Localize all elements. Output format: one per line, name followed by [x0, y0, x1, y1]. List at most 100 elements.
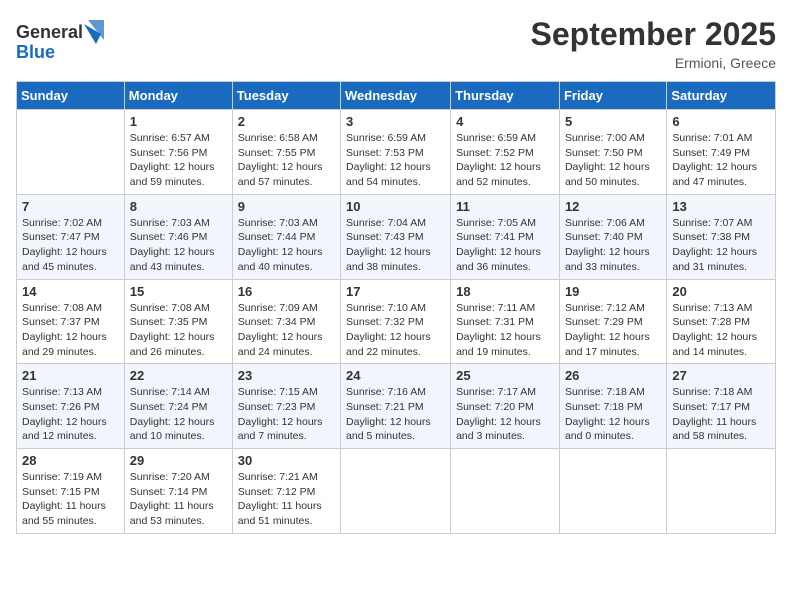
day-number: 24 [346, 368, 445, 383]
day-info: Sunrise: 7:13 AM Sunset: 7:28 PM Dayligh… [672, 301, 770, 360]
day-info: Sunrise: 7:08 AM Sunset: 7:37 PM Dayligh… [22, 301, 119, 360]
day-cell: 12 Sunrise: 7:06 AM Sunset: 7:40 PM Dayli… [559, 194, 666, 279]
header-cell-sunday: Sunday [17, 82, 125, 110]
day-cell: 13 Sunrise: 7:07 AM Sunset: 7:38 PM Dayli… [667, 194, 776, 279]
day-info: Sunrise: 7:10 AM Sunset: 7:32 PM Dayligh… [346, 301, 445, 360]
day-number: 7 [22, 199, 119, 214]
day-cell: 24 Sunrise: 7:16 AM Sunset: 7:21 PM Dayli… [341, 364, 451, 449]
day-info: Sunrise: 7:19 AM Sunset: 7:15 PM Dayligh… [22, 470, 119, 529]
day-info: Sunrise: 7:18 AM Sunset: 7:18 PM Dayligh… [565, 385, 661, 444]
day-number: 13 [672, 199, 770, 214]
day-info: Sunrise: 7:12 AM Sunset: 7:29 PM Dayligh… [565, 301, 661, 360]
day-number: 30 [238, 453, 335, 468]
day-cell [451, 449, 560, 534]
day-number: 2 [238, 114, 335, 129]
header-cell-friday: Friday [559, 82, 666, 110]
day-number: 4 [456, 114, 554, 129]
page-container: General Blue September 2025 Ermioni, Gre… [0, 0, 792, 542]
day-cell: 29 Sunrise: 7:20 AM Sunset: 7:14 PM Dayli… [124, 449, 232, 534]
day-cell: 27 Sunrise: 7:18 AM Sunset: 7:17 PM Dayli… [667, 364, 776, 449]
title-block: September 2025 Ermioni, Greece [531, 16, 776, 71]
day-number: 10 [346, 199, 445, 214]
day-info: Sunrise: 7:14 AM Sunset: 7:24 PM Dayligh… [130, 385, 227, 444]
day-number: 16 [238, 284, 335, 299]
day-number: 14 [22, 284, 119, 299]
day-info: Sunrise: 7:08 AM Sunset: 7:35 PM Dayligh… [130, 301, 227, 360]
week-row-5: 28 Sunrise: 7:19 AM Sunset: 7:15 PM Dayli… [17, 449, 776, 534]
day-info: Sunrise: 7:02 AM Sunset: 7:47 PM Dayligh… [22, 216, 119, 275]
day-number: 6 [672, 114, 770, 129]
day-info: Sunrise: 7:21 AM Sunset: 7:12 PM Dayligh… [238, 470, 335, 529]
day-info: Sunrise: 7:20 AM Sunset: 7:14 PM Dayligh… [130, 470, 227, 529]
day-number: 11 [456, 199, 554, 214]
day-info: Sunrise: 7:00 AM Sunset: 7:50 PM Dayligh… [565, 131, 661, 190]
header-cell-wednesday: Wednesday [341, 82, 451, 110]
day-info: Sunrise: 7:15 AM Sunset: 7:23 PM Dayligh… [238, 385, 335, 444]
day-number: 12 [565, 199, 661, 214]
header-cell-saturday: Saturday [667, 82, 776, 110]
day-cell: 7 Sunrise: 7:02 AM Sunset: 7:47 PM Daylig… [17, 194, 125, 279]
location: Ermioni, Greece [531, 55, 776, 71]
day-cell: 5Sunrise: 7:00 AM Sunset: 7:50 PM Daylig… [559, 110, 666, 195]
day-cell: 8 Sunrise: 7:03 AM Sunset: 7:46 PM Daylig… [124, 194, 232, 279]
day-info: Sunrise: 7:04 AM Sunset: 7:43 PM Dayligh… [346, 216, 445, 275]
day-cell: 21 Sunrise: 7:13 AM Sunset: 7:26 PM Dayli… [17, 364, 125, 449]
day-cell: 2 Sunrise: 6:58 AM Sunset: 7:55 PM Daylig… [232, 110, 340, 195]
day-cell: 14 Sunrise: 7:08 AM Sunset: 7:37 PM Dayli… [17, 279, 125, 364]
day-cell: 10 Sunrise: 7:04 AM Sunset: 7:43 PM Dayli… [341, 194, 451, 279]
day-number: 15 [130, 284, 227, 299]
day-info: Sunrise: 7:01 AM Sunset: 7:49 PM Dayligh… [672, 131, 770, 190]
day-number: 18 [456, 284, 554, 299]
day-cell: 30 Sunrise: 7:21 AM Sunset: 7:12 PM Dayli… [232, 449, 340, 534]
day-cell: 18Sunrise: 7:11 AM Sunset: 7:31 PM Dayli… [451, 279, 560, 364]
svg-text:General: General [16, 22, 83, 42]
day-cell: 16 Sunrise: 7:09 AM Sunset: 7:34 PM Dayli… [232, 279, 340, 364]
day-info: Sunrise: 6:59 AM Sunset: 7:52 PM Dayligh… [456, 131, 554, 190]
day-info: Sunrise: 7:05 AM Sunset: 7:41 PM Dayligh… [456, 216, 554, 275]
header-row: SundayMondayTuesdayWednesdayThursdayFrid… [17, 82, 776, 110]
day-cell [341, 449, 451, 534]
day-number: 26 [565, 368, 661, 383]
day-number: 29 [130, 453, 227, 468]
day-info: Sunrise: 7:03 AM Sunset: 7:46 PM Dayligh… [130, 216, 227, 275]
week-row-2: 7 Sunrise: 7:02 AM Sunset: 7:47 PM Daylig… [17, 194, 776, 279]
day-cell: 25 Sunrise: 7:17 AM Sunset: 7:20 PM Dayli… [451, 364, 560, 449]
day-number: 8 [130, 199, 227, 214]
day-info: Sunrise: 7:03 AM Sunset: 7:44 PM Dayligh… [238, 216, 335, 275]
day-number: 17 [346, 284, 445, 299]
day-cell: 4 Sunrise: 6:59 AM Sunset: 7:52 PM Daylig… [451, 110, 560, 195]
svg-text:Blue: Blue [16, 42, 55, 62]
week-row-4: 21 Sunrise: 7:13 AM Sunset: 7:26 PM Dayli… [17, 364, 776, 449]
day-info: Sunrise: 7:06 AM Sunset: 7:40 PM Dayligh… [565, 216, 661, 275]
day-info: Sunrise: 7:16 AM Sunset: 7:21 PM Dayligh… [346, 385, 445, 444]
day-cell: 23Sunrise: 7:15 AM Sunset: 7:23 PM Dayli… [232, 364, 340, 449]
day-number: 9 [238, 199, 335, 214]
day-cell: 20 Sunrise: 7:13 AM Sunset: 7:28 PM Dayli… [667, 279, 776, 364]
day-number: 25 [456, 368, 554, 383]
day-number: 3 [346, 114, 445, 129]
day-cell: 26 Sunrise: 7:18 AM Sunset: 7:18 PM Dayli… [559, 364, 666, 449]
day-number: 20 [672, 284, 770, 299]
day-info: Sunrise: 7:07 AM Sunset: 7:38 PM Dayligh… [672, 216, 770, 275]
day-info: Sunrise: 7:09 AM Sunset: 7:34 PM Dayligh… [238, 301, 335, 360]
day-info: Sunrise: 7:17 AM Sunset: 7:20 PM Dayligh… [456, 385, 554, 444]
day-number: 21 [22, 368, 119, 383]
day-cell [17, 110, 125, 195]
header: General Blue September 2025 Ermioni, Gre… [16, 16, 776, 71]
header-cell-thursday: Thursday [451, 82, 560, 110]
day-cell [667, 449, 776, 534]
day-number: 27 [672, 368, 770, 383]
logo: General Blue [16, 16, 106, 71]
day-cell: 15 Sunrise: 7:08 AM Sunset: 7:35 PM Dayli… [124, 279, 232, 364]
day-cell: 11 Sunrise: 7:05 AM Sunset: 7:41 PM Dayli… [451, 194, 560, 279]
day-cell: 3Sunrise: 6:59 AM Sunset: 7:53 PM Daylig… [341, 110, 451, 195]
day-number: 22 [130, 368, 227, 383]
day-info: Sunrise: 6:58 AM Sunset: 7:55 PM Dayligh… [238, 131, 335, 190]
day-number: 28 [22, 453, 119, 468]
day-info: Sunrise: 7:13 AM Sunset: 7:26 PM Dayligh… [22, 385, 119, 444]
day-cell: 1Sunrise: 6:57 AM Sunset: 7:56 PM Daylig… [124, 110, 232, 195]
day-number: 1 [130, 114, 227, 129]
day-info: Sunrise: 7:18 AM Sunset: 7:17 PM Dayligh… [672, 385, 770, 444]
week-row-3: 14 Sunrise: 7:08 AM Sunset: 7:37 PM Dayli… [17, 279, 776, 364]
day-cell: 22 Sunrise: 7:14 AM Sunset: 7:24 PM Dayli… [124, 364, 232, 449]
